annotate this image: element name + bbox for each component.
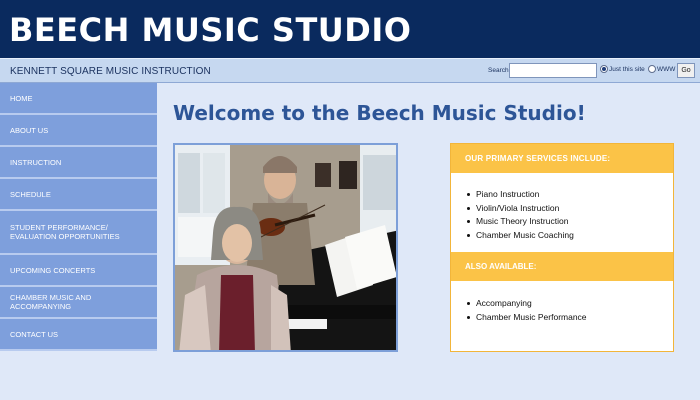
sidebar-nav: HOME ABOUT US INSTRUCTION SCHEDULE STUDE… (0, 83, 157, 351)
list-item: Piano Instruction (467, 188, 673, 202)
list-item: Music Theory Instruction (467, 215, 673, 229)
go-button[interactable]: Go (677, 63, 695, 78)
radio-label-just-this-site: Just this site (609, 66, 645, 73)
sidebar-item-chamber-music[interactable]: CHAMBER MUSIC AND ACCOMPANYING (0, 287, 157, 319)
sidebar-item-student-performance[interactable]: STUDENT PERFORMANCE/ EVALUATION OPPORTUN… (0, 211, 157, 255)
list-item: Accompanying (467, 297, 673, 311)
photo-icon (175, 145, 396, 350)
sidebar-item-label: INSTRUCTION (10, 157, 62, 167)
also-available-list: Accompanying Chamber Music Performance (451, 281, 673, 324)
radio-www[interactable] (648, 65, 656, 73)
sidebar-item-label: SCHEDULE (10, 189, 51, 199)
sidebar-item-label: UPCOMING CONCERTS (10, 265, 96, 275)
site-title[interactable]: BEECH MUSIC STUDIO (9, 14, 411, 46)
primary-services-title: OUR PRIMARY SERVICES INCLUDE: (465, 154, 611, 163)
sidebar-item-schedule[interactable]: SCHEDULE (0, 179, 157, 211)
primary-services-header: OUR PRIMARY SERVICES INCLUDE: (451, 144, 673, 173)
sidebar-item-contact-us[interactable]: CONTACT US (0, 319, 157, 351)
sidebar-item-upcoming-concerts[interactable]: UPCOMING CONCERTS (0, 255, 157, 287)
sidebar-item-label: CHAMBER MUSIC AND ACCOMPANYING (10, 293, 92, 311)
sidebar-item-about-us[interactable]: ABOUT US (0, 115, 157, 147)
page-title: Welcome to the Beech Music Studio! (173, 101, 586, 125)
list-item: Chamber Music Performance (467, 311, 673, 325)
tagline: KENNETT SQUARE MUSIC INSTRUCTION (10, 66, 211, 77)
radio-just-this-site[interactable] (600, 65, 608, 73)
site-header: BEECH MUSIC STUDIO (0, 0, 700, 58)
tagline-bar: KENNETT SQUARE MUSIC INSTRUCTION Search:… (0, 58, 700, 83)
studio-photo (173, 143, 398, 352)
sidebar-item-home[interactable]: HOME (0, 83, 157, 115)
services-panel: OUR PRIMARY SERVICES INCLUDE: Piano Inst… (450, 143, 674, 352)
search-label: Search: (488, 67, 511, 74)
list-item: Chamber Music Coaching (467, 229, 673, 243)
radio-label-www: WWW (657, 66, 676, 73)
search-input[interactable] (509, 63, 597, 78)
sidebar-item-label: STUDENT PERFORMANCE/ EVALUATION OPPORTUN… (10, 223, 120, 241)
also-available-title: ALSO AVAILABLE: (465, 262, 537, 271)
list-item: Violin/Viola Instruction (467, 202, 673, 216)
primary-services-list: Piano Instruction Violin/Viola Instructi… (451, 173, 673, 252)
sidebar-item-instruction[interactable]: INSTRUCTION (0, 147, 157, 179)
sidebar-item-label: ABOUT US (10, 125, 49, 135)
also-available-header: ALSO AVAILABLE: (451, 252, 673, 281)
sidebar-item-label: CONTACT US (10, 329, 59, 339)
sidebar-item-label: HOME (10, 93, 33, 103)
